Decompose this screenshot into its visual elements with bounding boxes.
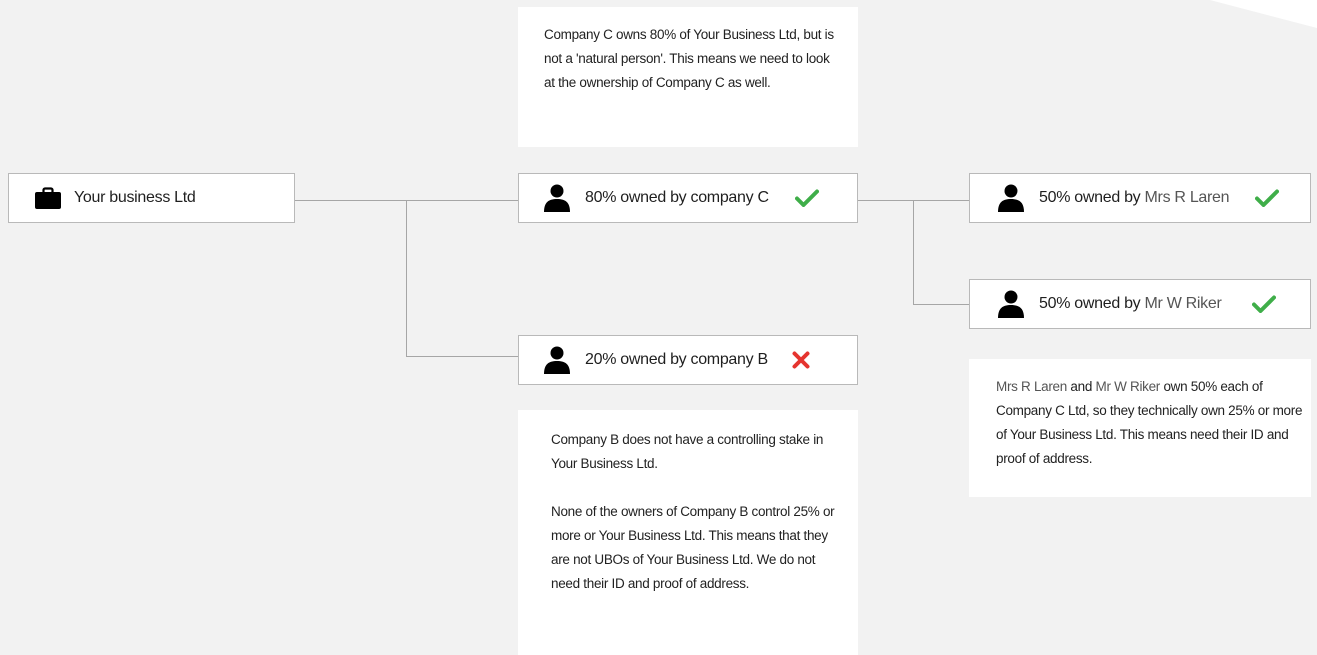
note-company-b-para1: Company B does not have a controlling st… bbox=[551, 432, 824, 471]
ownership-prefix: 50% owned by bbox=[1039, 295, 1145, 312]
note-company-b-para2: None of the owners of Company B control … bbox=[551, 504, 835, 591]
briefcase-icon bbox=[34, 187, 61, 209]
sub-owner-node-riker: 50% owned by Mr W Riker bbox=[969, 279, 1311, 329]
sub-owner-label: 50% owned by Mrs R Laren bbox=[1039, 189, 1230, 207]
person-icon bbox=[543, 346, 571, 374]
owner-node-company-c: 80% owned by company C bbox=[518, 173, 858, 223]
check-icon bbox=[1255, 189, 1280, 207]
person-icon bbox=[543, 184, 571, 212]
ubo-name-laren: Mrs R Laren bbox=[996, 379, 1067, 394]
note-company-b: Company B does not have a controlling st… bbox=[518, 410, 858, 655]
note-company-c: Company C owns 80% of Your Business Ltd,… bbox=[518, 7, 858, 147]
person-icon bbox=[997, 290, 1025, 318]
ubo-name-riker: Mr W Riker bbox=[1095, 379, 1161, 394]
root-label: Your business Ltd bbox=[74, 189, 196, 206]
note-ubo-text: Mrs R Laren and Mr W Riker own 50% each … bbox=[996, 375, 1303, 471]
owner-label: 20% owned by company B bbox=[585, 351, 768, 368]
owner-label: 80% owned by company C bbox=[585, 189, 769, 206]
cross-icon bbox=[792, 351, 810, 369]
owner-name: Mrs R Laren bbox=[1144, 189, 1230, 206]
note-company-c-text: Company C owns 80% of Your Business Ltd,… bbox=[544, 27, 834, 90]
sub-owner-label: 50% owned by Mr W Riker bbox=[1039, 295, 1222, 313]
person-icon bbox=[997, 184, 1025, 212]
sub-owner-node-laren: 50% owned by Mrs R Laren bbox=[969, 173, 1311, 223]
owner-name: Mr W Riker bbox=[1144, 295, 1222, 312]
ownership-prefix: 50% owned by bbox=[1039, 189, 1145, 206]
ubo-and: and bbox=[1066, 379, 1096, 394]
check-icon bbox=[1251, 295, 1276, 313]
check-icon bbox=[794, 189, 819, 207]
root-node: Your business Ltd bbox=[8, 173, 295, 223]
note-ubo: Mrs R Laren and Mr W Riker own 50% each … bbox=[969, 359, 1311, 497]
owner-node-company-b: 20% owned by company B bbox=[518, 335, 858, 385]
